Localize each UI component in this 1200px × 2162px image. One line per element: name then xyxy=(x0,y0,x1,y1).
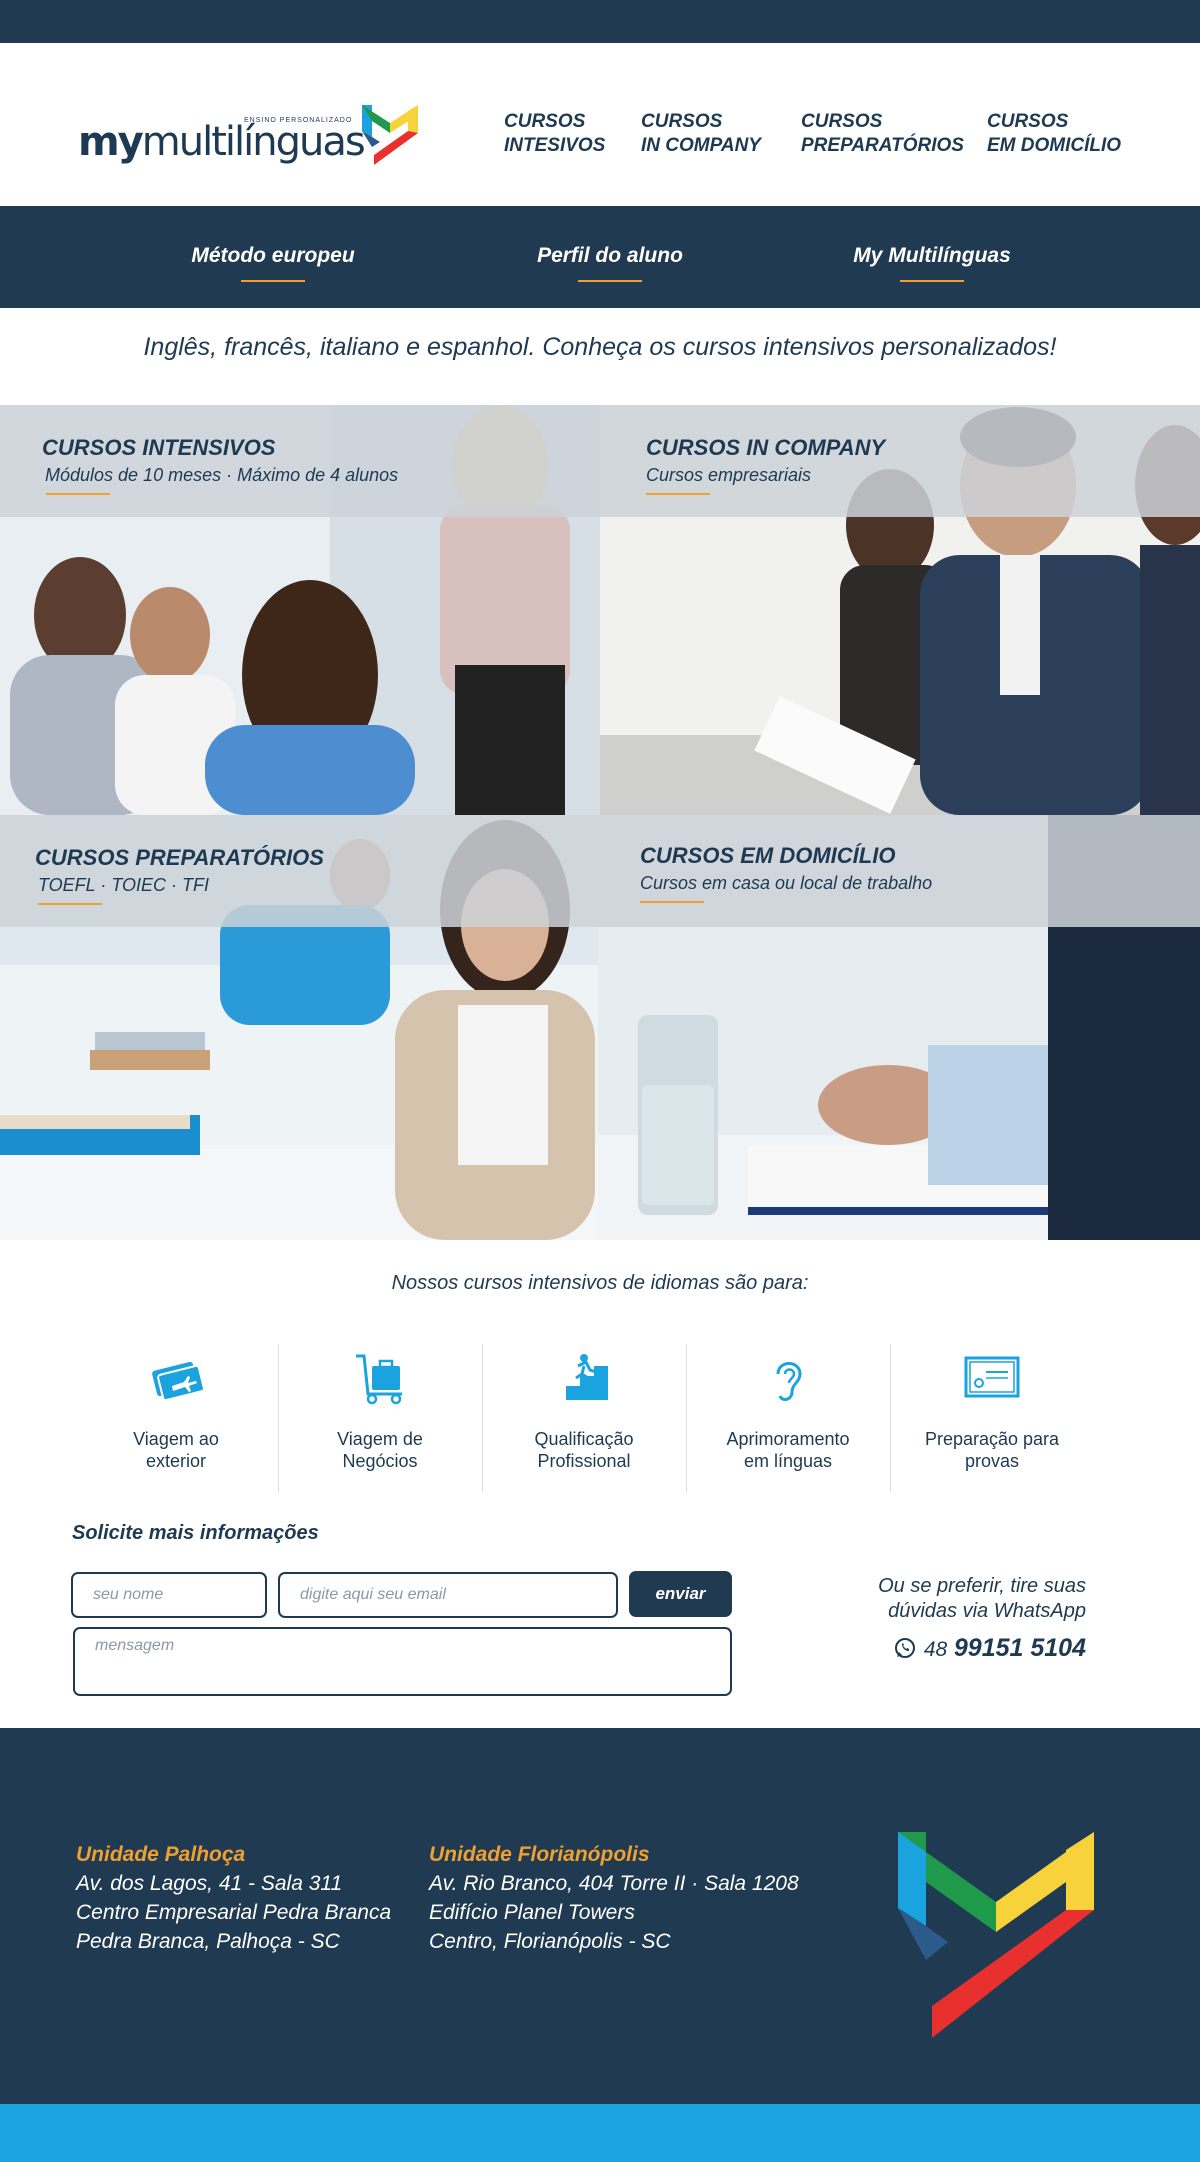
luggage-cart-icon xyxy=(356,1354,402,1405)
subnav-underline xyxy=(900,280,964,282)
subnav-underline xyxy=(578,280,642,282)
whatsapp-number: 99151 5104 xyxy=(953,1634,1086,1662)
course-tile-domicilio[interactable]: CURSOS EM DOMICÍLIO Cursos em casa ou lo… xyxy=(598,815,1200,1240)
course-underline xyxy=(646,493,710,495)
feature-label: Viagem de Negócios xyxy=(337,1429,423,1471)
feature-viagem-exterior: Viagem ao exterior xyxy=(74,1344,278,1492)
unit-address-line: Pedra Branca, Palhoça - SC xyxy=(76,1930,340,1953)
feature-qualificacao: Qualificação Profissional xyxy=(482,1344,686,1492)
course-subtitle: TOEFL · TOIEC · TFI xyxy=(38,875,210,895)
feature-label: Viagem ao exterior xyxy=(133,1429,219,1471)
features-intro: Nossos cursos intensivos de idiomas são … xyxy=(391,1272,809,1294)
nav-cursos-preparatorios[interactable]: CURSOS PREPARATÓRIOS xyxy=(801,110,971,158)
course-tile-intensivos[interactable]: CURSOS INTENSIVOS Módulos de 10 meses · … xyxy=(0,405,600,815)
course-title: CURSOS INTENSIVOS xyxy=(42,435,276,460)
course-subtitle: Cursos em casa ou local de trabalho xyxy=(640,873,933,893)
course-tile-preparatorios[interactable]: CURSOS PREPARATÓRIOS TOEFL · TOIEC · TFI xyxy=(0,815,598,1240)
subnav-metodo-europeu[interactable]: Método europeu xyxy=(188,244,358,282)
course-underline xyxy=(38,903,102,905)
top-nav: CURSOS INTESIVOS CURSOS IN COMPANY CURSO… xyxy=(0,110,1200,160)
unit-address-line: Centro, Florianópolis - SC xyxy=(429,1930,671,1953)
features-list: Viagem ao exterior Viagem de Negócios Qu… xyxy=(74,1344,1094,1492)
course-title: CURSOS IN COMPANY xyxy=(646,435,886,460)
airplane-ticket-icon xyxy=(152,1361,205,1402)
course-title: CURSOS EM DOMICÍLIO xyxy=(640,843,896,868)
nav-cursos-in-company[interactable]: CURSOS IN COMPANY xyxy=(641,110,811,158)
sub-nav: Método europeu Perfil do aluno My Multil… xyxy=(0,206,1200,308)
course-title: CURSOS PREPARATÓRIOS xyxy=(35,845,324,870)
whatsapp-area-code: 48 xyxy=(923,1638,948,1661)
feature-label: Preparação para provas xyxy=(924,1429,1060,1471)
course-underline xyxy=(46,493,110,495)
course-subtitle: Cursos empresariais xyxy=(646,465,812,485)
email-input[interactable] xyxy=(278,1572,618,1618)
course-band xyxy=(0,815,598,927)
page-tagline: Inglês, francês, italiano e espanhol. Co… xyxy=(143,333,1057,361)
whatsapp-phone[interactable]: 48 99151 5104 xyxy=(860,1634,1086,1663)
unit-florianopolis: Unidade Florianópolis Av. Rio Branco, 40… xyxy=(429,1840,799,1956)
course-band xyxy=(598,815,1200,927)
feature-viagem-negocios: Viagem de Negócios xyxy=(278,1344,482,1492)
bottom-bar xyxy=(0,2104,1200,2162)
unit-address-line: Edifício Planel Towers xyxy=(429,1901,635,1924)
header: ENSINO PERSONALIZADO mymultilínguas CURS… xyxy=(0,43,1200,206)
nav-cursos-em-domicilio[interactable]: CURSOS EM DOMICÍLIO xyxy=(987,110,1157,158)
unit-name: Unidade Palhoça xyxy=(76,1843,246,1866)
course-band xyxy=(0,405,600,517)
unit-name: Unidade Florianópolis xyxy=(429,1843,650,1866)
subnav-perfil-do-aluno[interactable]: Perfil do aluno xyxy=(525,244,695,282)
unit-address-line: Centro Empresarial Pedra Branca xyxy=(76,1901,392,1924)
course-tile-in-company[interactable]: CURSOS IN COMPANY Cursos empresariais xyxy=(600,405,1200,815)
contact-form-title: Solicite mais informações xyxy=(72,1522,319,1544)
course-subtitle: Módulos de 10 meses · Máximo de 4 alunos xyxy=(45,465,399,485)
footer: Unidade Palhoça Av. dos Lagos, 41 - Sala… xyxy=(0,1728,1200,2104)
course-underline xyxy=(640,901,704,903)
name-input[interactable] xyxy=(71,1572,267,1618)
message-input[interactable] xyxy=(73,1627,732,1696)
feature-label: Qualificação Profissional xyxy=(534,1429,634,1471)
climbing-steps-icon xyxy=(560,1354,608,1400)
subnav-label: My Multilínguas xyxy=(853,244,1011,267)
footer-logo-mark-icon xyxy=(898,1832,1094,2038)
subnav-label: Perfil do aluno xyxy=(537,244,683,267)
unit-address-line: Av. dos Lagos, 41 - Sala 311 xyxy=(76,1872,343,1895)
top-bar xyxy=(0,0,1200,43)
feature-aprimoramento: Aprimoramento em línguas xyxy=(686,1344,890,1492)
ear-icon xyxy=(776,1362,802,1401)
feature-preparacao-provas: Preparação para provas xyxy=(890,1344,1094,1492)
course-band xyxy=(600,405,1200,517)
unit-address-line: Av. Rio Branco, 404 Torre II · Sala 1208 xyxy=(429,1872,799,1895)
whatsapp-icon xyxy=(894,1638,915,1658)
whatsapp-text: Ou se preferir, tire suas dúvidas via Wh… xyxy=(878,1575,1086,1622)
send-button[interactable]: enviar xyxy=(629,1571,732,1617)
subnav-label: Método europeu xyxy=(191,244,355,267)
subnav-underline xyxy=(241,280,305,282)
feature-label: Aprimoramento em línguas xyxy=(726,1429,850,1471)
certificate-icon xyxy=(964,1356,1020,1398)
subnav-my-multilinguas[interactable]: My Multilínguas xyxy=(844,244,1020,282)
unit-palhoca: Unidade Palhoça Av. dos Lagos, 41 - Sala… xyxy=(76,1840,391,1956)
